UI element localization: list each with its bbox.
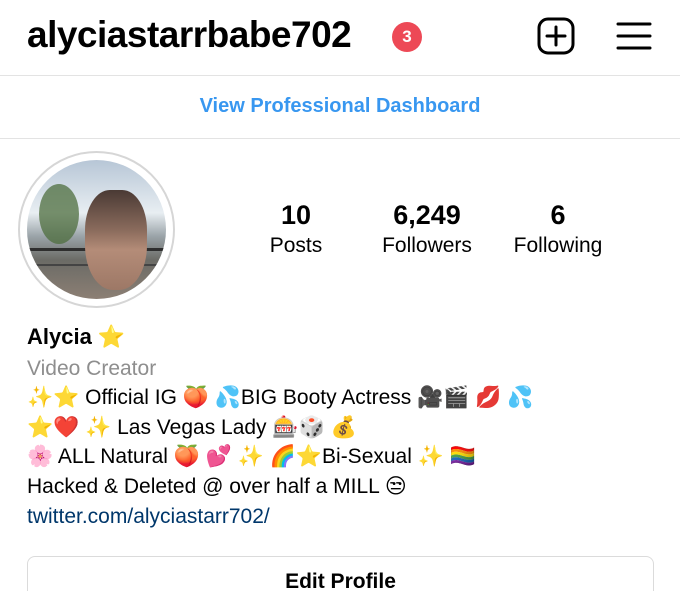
stat-label: Followers — [382, 234, 472, 257]
stat-label: Posts — [269, 234, 323, 257]
photo-background-tree — [39, 184, 79, 244]
bio-line: Hacked & Deleted @ over half a MILL 😒 — [27, 475, 407, 498]
bio-link[interactable]: twitter.com/alyciastarr702/ — [27, 503, 270, 531]
new-post-button[interactable] — [536, 16, 576, 56]
notification-badge[interactable]: 3 — [392, 22, 422, 52]
hamburger-menu-icon — [616, 22, 652, 50]
stat-posts[interactable]: 10 Posts — [254, 198, 338, 260]
bio-line: ⭐❤️ ✨ Las Vegas Lady 🎰🎲 💰 — [27, 416, 357, 439]
menu-button[interactable] — [614, 18, 654, 54]
stat-label: Following — [513, 234, 603, 257]
profile-photo — [27, 160, 166, 299]
stat-value: 6 — [550, 200, 566, 230]
plus-square-icon — [537, 17, 575, 55]
stat-following[interactable]: 6 Following — [502, 198, 614, 260]
photo-figure — [85, 190, 147, 290]
stat-value: 6,249 — [393, 200, 461, 230]
stat-value: 10 — [280, 200, 312, 230]
bio-line: 🌸 ALL Natural 🍑 💕 ✨ 🌈⭐Bi-Sexual ✨ 🏳️‍🌈 — [27, 445, 476, 468]
profile-name: Alycia ⭐ — [27, 324, 126, 349]
top-bar: alyciastarrbabe702 3 — [0, 0, 680, 76]
professional-dashboard-link[interactable]: View Professional Dashboard — [0, 77, 680, 139]
bio-line: ✨⭐ Official IG 🍑 💦BIG Booty Actress 🎥🎬 💋… — [27, 386, 534, 409]
edit-profile-button[interactable]: Edit Profile — [27, 556, 654, 591]
avatar[interactable] — [18, 151, 175, 308]
profile-category: Video Creator — [27, 357, 157, 380]
profile-username[interactable]: alyciastarrbabe702 — [27, 12, 352, 58]
stat-followers[interactable]: 6,249 Followers — [370, 198, 484, 260]
